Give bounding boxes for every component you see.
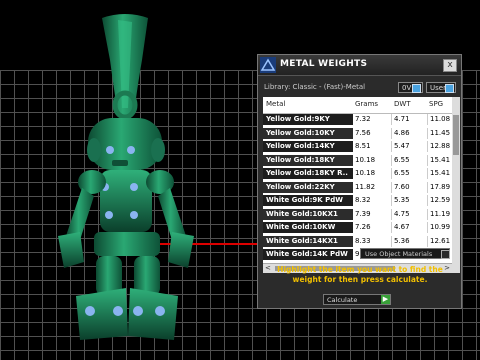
user-toggle[interactable]: User	[426, 82, 456, 93]
cell-dwt: 7.60	[391, 181, 427, 193]
cell-dwt: 6.55	[391, 154, 427, 166]
instruction-text: Highlight the item you want to find the …	[277, 265, 443, 284]
cell-spg: 10.99	[427, 222, 452, 233]
ov-toggle-label: 0V	[402, 84, 412, 92]
cell-spg: 15.41	[427, 154, 452, 166]
metal-weights-table: Metal Grams DWT SPG Yellow Gold:9KY 7.32 4…	[263, 97, 452, 273]
cell-spg: 12.61	[427, 235, 452, 247]
use-object-materials-label: Use Object Materials	[365, 250, 433, 258]
calculate-label: Calculate	[327, 296, 358, 304]
cell-metal: White Gold:10KX1	[266, 209, 338, 218]
cell-metal: Yellow Gold:22KY	[266, 182, 335, 191]
table-row[interactable]: Yellow Gold:14KY 8.51 5.47 12.88	[263, 141, 452, 152]
ov-toggle-indicator-icon	[412, 84, 421, 93]
header-grams[interactable]: Grams	[355, 100, 378, 108]
ov-toggle[interactable]: 0V	[398, 82, 423, 93]
table-row[interactable]: Yellow Gold:9KY 7.32 4.71 11.08	[263, 114, 452, 125]
header-metal[interactable]: Metal	[266, 100, 285, 108]
cell-grams: 8.32	[353, 195, 391, 206]
cell-metal: White Gold:9K PdW	[266, 196, 343, 204]
cell-metal: Yellow Gold:18KY	[266, 155, 335, 164]
cell-metal: White Gold:14KX1	[266, 236, 338, 245]
panel-title: METAL WEIGHTS	[280, 59, 368, 69]
robot-pendant-model[interactable]	[30, 0, 260, 360]
app-logo-icon	[260, 57, 276, 73]
table-row[interactable]: Yellow Gold:10KY 7.56 4.86 11.45	[263, 127, 452, 139]
cell-metal: Yellow Gold:9KY	[266, 115, 330, 123]
cell-spg: 11.19	[427, 208, 452, 220]
cell-dwt: 5.36	[391, 235, 427, 247]
cell-spg: 12.59	[427, 195, 452, 206]
cell-grams: 10.18	[353, 154, 391, 166]
panel-titlebar[interactable]: METAL WEIGHTS x	[258, 55, 461, 76]
cell-metal: White Gold:14K PdW	[266, 250, 348, 258]
cell-grams: 7.39	[353, 208, 391, 220]
table-row[interactable]: White Gold:9K PdW 8.32 5.35 12.59	[263, 195, 452, 206]
checkbox-box-icon[interactable]	[441, 250, 450, 259]
cell-metal: Yellow Gold:14KY	[266, 142, 335, 150]
cell-dwt: 4.67	[391, 222, 427, 233]
cell-dwt: 4.86	[391, 127, 427, 139]
cell-spg: 17.89	[427, 181, 452, 193]
cell-dwt: 5.35	[391, 195, 427, 206]
cell-dwt: 5.47	[391, 141, 427, 152]
user-toggle-label: User	[430, 84, 446, 92]
header-dwt[interactable]: DWT	[394, 100, 411, 108]
cell-grams: 10.18	[353, 168, 391, 179]
cell-metal: White Gold:10KW	[266, 223, 336, 231]
header-spg[interactable]: SPG	[429, 100, 443, 108]
cell-grams: 8.51	[353, 141, 391, 152]
library-label: Library: Classic - (Fast)-Metal	[264, 83, 366, 91]
table-row[interactable]: White Gold:10KX1 7.39 4.75 11.19	[263, 208, 452, 220]
table-header: Metal Grams DWT SPG	[263, 97, 452, 114]
cell-metal: Yellow Gold:10KY	[266, 128, 335, 137]
table-row[interactable]: Yellow Gold:22KY 11.82 7.60 17.89	[263, 181, 452, 193]
cell-metal: Yellow Gold:18KY R...	[266, 169, 348, 177]
cell-spg: 11.45	[427, 127, 452, 139]
cell-dwt: 4.71	[391, 114, 427, 125]
table-row[interactable]: Yellow Gold:18KY R... 10.18 6.55 15.41	[263, 168, 452, 179]
cell-grams: 7.32	[353, 114, 391, 125]
cell-grams: 8.33	[353, 235, 391, 247]
cell-grams: 7.56	[353, 127, 391, 139]
cell-spg: 12.88	[427, 141, 452, 152]
vertical-scroll-thumb[interactable]	[453, 115, 459, 155]
calculate-button[interactable]: Calculate ▶	[323, 294, 391, 305]
cell-grams: 7.26	[353, 222, 391, 233]
cell-spg: 11.08	[427, 114, 452, 125]
vertical-scrollbar[interactable]	[452, 97, 460, 273]
table-row[interactable]: Yellow Gold:18KY 10.18 6.55 15.41	[263, 154, 452, 166]
metal-weights-panel: METAL WEIGHTS x Library: Classic - (Fast…	[257, 54, 462, 309]
close-button[interactable]: x	[443, 59, 457, 72]
table-row[interactable]: White Gold:10KW 7.26 4.67 10.99	[263, 222, 452, 233]
user-toggle-indicator-icon	[445, 84, 454, 93]
use-object-materials-checkbox[interactable]: Use Object Materials	[360, 248, 450, 259]
cell-dwt: 4.75	[391, 208, 427, 220]
cell-grams: 11.82	[353, 181, 391, 193]
table-row[interactable]: White Gold:14KX1 8.33 5.36 12.61	[263, 235, 452, 247]
play-arrow-icon: ▶	[381, 295, 390, 304]
cell-spg: 15.41	[427, 168, 452, 179]
cell-dwt: 6.55	[391, 168, 427, 179]
